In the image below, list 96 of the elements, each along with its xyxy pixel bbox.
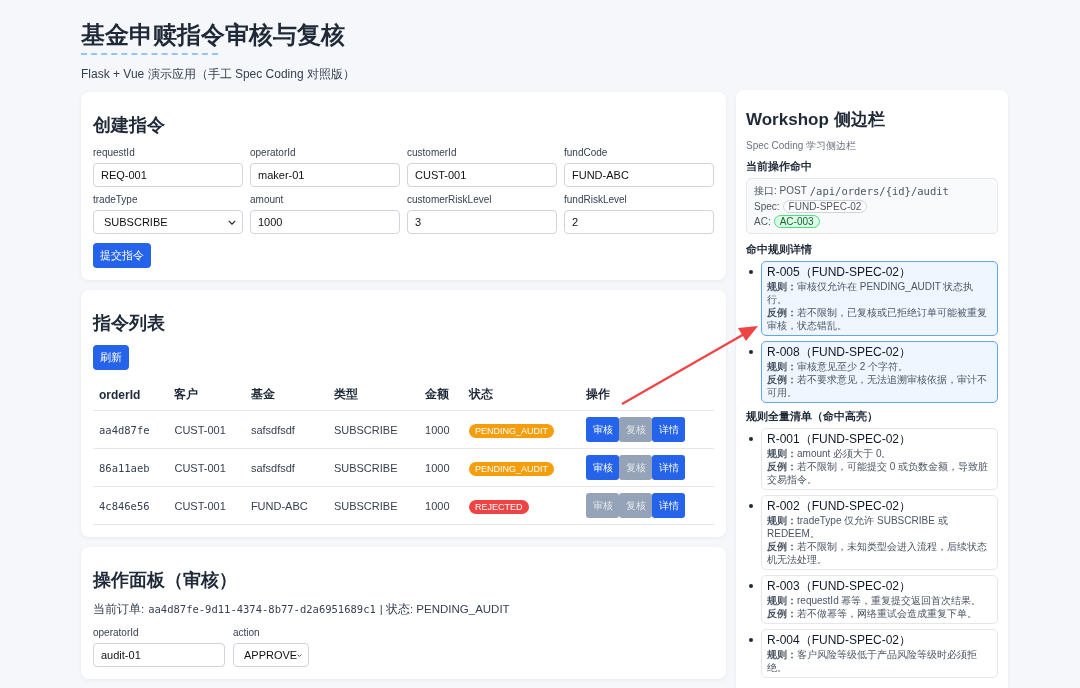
table-cell: CUST-001: [168, 410, 245, 449]
field-label: customerRiskLevel: [407, 194, 493, 205]
bullet-icon: [749, 504, 753, 508]
bullet-icon: [749, 270, 753, 274]
page-title: 基金申赎指令审核与复核: [81, 18, 345, 52]
ac-tag: AC-003: [773, 215, 820, 228]
table-cell: SUBSCRIBE: [327, 448, 420, 487]
section-heading: 指令列表: [93, 312, 166, 335]
section-heading: 操作面板（审核）: [93, 569, 238, 592]
table-cell: FUND-ABC: [244, 486, 328, 525]
sidebar-subtitle: Spec Coding 学习侧边栏: [746, 139, 858, 153]
bullet-icon: [749, 350, 753, 354]
input-field[interactable]: maker-01: [250, 163, 400, 187]
status-badge: PENDING_AUDIT: [469, 461, 555, 476]
field-label: amount: [250, 194, 285, 205]
section-heading: 规则全量清单（命中高亮）: [746, 409, 879, 424]
counter-example-text: 反例：若不要求意见，无法追溯审核依据，审计不可用。: [767, 373, 988, 399]
order-label: 当前订单:: [93, 602, 145, 617]
bullet-icon: [749, 437, 753, 441]
input-field[interactable]: 2: [564, 210, 714, 234]
rule-text: 规则：客户风险等级低于产品风险等级时必须拒绝。: [767, 648, 978, 674]
table-cell: safsdfsdf: [244, 410, 328, 449]
status-badge: REJECTED: [469, 499, 529, 514]
column-header: 客户: [168, 379, 245, 411]
action-button[interactable]: 详情: [652, 493, 686, 518]
select-field[interactable]: APPROVE: [233, 643, 309, 667]
submit-button[interactable]: 提交指令: [93, 243, 151, 268]
field-label: customerId: [407, 147, 458, 158]
endpoint-path: /api/orders/{id}/audit: [809, 185, 949, 197]
page-subtitle: Flask + Vue 演示应用（手工 Spec Coding 对照版）: [81, 66, 356, 83]
table-cell: CUST-001: [168, 448, 245, 487]
sidebar-title: Workshop 侧边栏: [746, 109, 886, 131]
table-cell: 1000: [419, 486, 464, 525]
input-field[interactable]: CUST-001: [407, 163, 557, 187]
section-heading: 创建指令: [93, 114, 166, 137]
section-heading: 命中规则详情: [746, 242, 813, 257]
field-label: fundCode: [564, 147, 609, 158]
field-label: operatorId: [93, 627, 140, 638]
column-header: orderId: [93, 379, 169, 411]
ac-label: AC:: [754, 216, 771, 227]
counter-example-text: 反例：若不限制，可能提交 0 或负数金额，导致脏交易指令。: [767, 460, 990, 486]
table-cell: 86a11aeb: [93, 448, 169, 487]
column-header: 基金: [244, 379, 328, 411]
order-status: | 状态: PENDING_AUDIT: [379, 602, 510, 617]
field-label: action: [233, 627, 261, 638]
rule-text: 规则：requestId 幂等，重复提交返回首次结果。: [767, 594, 983, 607]
rule-title: R-002（FUND-SPEC-02）: [767, 499, 913, 514]
action-button[interactable]: 审核: [586, 455, 620, 480]
action-button[interactable]: 详情: [652, 417, 686, 442]
table-cell: 4c846e56: [93, 486, 169, 525]
rule-title: R-008（FUND-SPEC-02）: [767, 345, 913, 360]
chevron-icon: [228, 219, 236, 225]
table-cell: CUST-001: [168, 486, 245, 525]
table-cell: 1000: [419, 448, 464, 487]
column-header: 状态: [463, 379, 581, 411]
counter-example-text: 反例：若不做幂等，网络重试会造成重复下单。: [767, 607, 978, 620]
field-label: requestId: [93, 147, 136, 158]
rule-text: 规则：审核意见至少 2 个字符。: [767, 360, 910, 373]
field-label: tradeType: [93, 194, 139, 205]
bullet-icon: [749, 638, 753, 642]
rule-text: 规则：审核仅允许在 PENDING_AUDIT 状态执行。: [767, 280, 975, 306]
rule-title: R-005（FUND-SPEC-02）: [767, 265, 913, 280]
spec-label: Spec:: [754, 201, 780, 212]
table-cell: safsdfsdf: [244, 448, 328, 487]
rule-text: 规则：tradeType 仅允许 SUBSCRIBE 或 REDEEM。: [767, 514, 949, 540]
table-cell: 1000: [419, 410, 464, 449]
spec-tag: FUND-SPEC-02: [782, 200, 868, 213]
table-cell: SUBSCRIBE: [327, 410, 420, 449]
rule-title: R-003（FUND-SPEC-02）: [767, 579, 913, 594]
input-field[interactable]: 1000: [250, 210, 400, 234]
table-cell: SUBSCRIBE: [327, 486, 420, 525]
status-badge: PENDING_AUDIT: [469, 423, 555, 438]
bullet-icon: [749, 584, 753, 588]
action-button[interactable]: 审核: [586, 417, 620, 442]
counter-example-text: 反例：若不限制，已复核或已拒绝订单可能被重复审核，状态错乱。: [767, 306, 988, 332]
endpoint-label: 接口: POST: [754, 184, 807, 198]
input-field[interactable]: audit-01: [93, 643, 225, 667]
input-field[interactable]: REQ-001: [93, 163, 243, 187]
input-field[interactable]: FUND-ABC: [564, 163, 714, 187]
column-header: 类型: [327, 379, 420, 411]
input-field[interactable]: 3: [407, 210, 557, 234]
select-field[interactable]: SUBSCRIBE: [93, 210, 243, 234]
table-cell: aa4d87fe: [93, 410, 169, 449]
order-id: aa4d87fe-9d11-4374-8b77-d2a6951689c1: [148, 603, 376, 615]
rule-title: R-004（FUND-SPEC-02）: [767, 633, 913, 648]
rule-text: 规则：amount 必须大于 0。: [767, 447, 893, 460]
refresh-button[interactable]: 刷新: [93, 345, 129, 370]
action-button[interactable]: 详情: [652, 455, 686, 480]
counter-example-text: 反例：若不限制，未知类型会进入流程，后续状态机无法处理。: [767, 540, 988, 566]
chevron-icon: [297, 652, 302, 658]
rule-title: R-001（FUND-SPEC-02）: [767, 432, 913, 447]
column-header: 操作: [580, 379, 714, 411]
section-heading: 当前操作命中: [746, 159, 813, 174]
field-label: operatorId: [250, 147, 297, 158]
field-label: fundRiskLevel: [564, 194, 628, 205]
column-header: 金额: [419, 379, 464, 411]
